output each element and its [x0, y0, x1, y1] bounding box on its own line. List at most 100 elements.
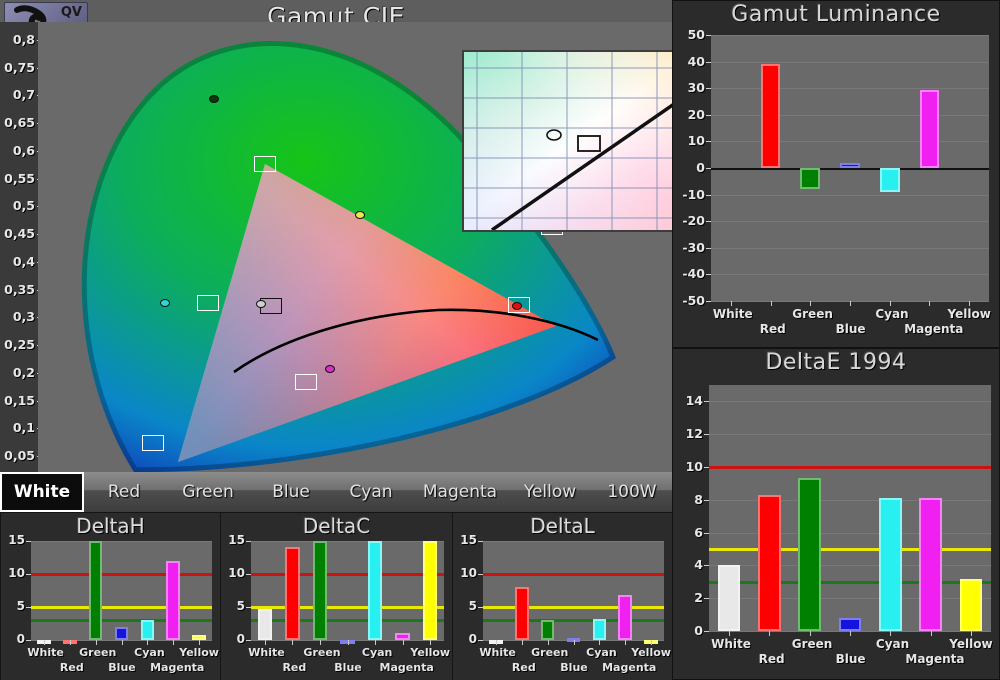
deltae-1994-gridline — [709, 533, 991, 534]
bar-cyan[interactable] — [367, 541, 383, 640]
deltal-x-tick-mark — [522, 640, 523, 645]
cie-target-marker[interactable] — [142, 434, 165, 451]
bar-cyan[interactable] — [879, 498, 902, 631]
deltah-x-tick-mark — [147, 640, 148, 645]
bar-magenta[interactable] — [919, 498, 942, 631]
cie-y-tick-label: 0,55 — [4, 170, 35, 186]
gamut-luminance-y-tick-label: -20 — [682, 213, 705, 229]
deltah-plot-area[interactable] — [31, 541, 212, 644]
deltah-y-tick-mark — [26, 640, 31, 641]
deltal-y-tick-label: 10 — [460, 566, 477, 580]
tab-yellow[interactable]: Yellow — [508, 472, 592, 512]
deltae-1994-reference-line — [709, 548, 991, 551]
deltae-1994-gridline — [709, 598, 991, 599]
deltal-plot-area[interactable] — [483, 541, 664, 644]
gamut-luminance-gridline — [711, 62, 989, 63]
gamut-luminance-y-tick-mark — [706, 115, 711, 116]
cie-y-tick-label: 0,65 — [4, 115, 35, 131]
gamut-luminance-y-tick-mark — [706, 141, 711, 142]
bar-blue[interactable] — [838, 617, 862, 631]
deltal-chart-panel: DeltaL 15 10 5 0 White Red Green Blue Cyan Magenta… — [452, 512, 672, 680]
tab-white[interactable]: White — [0, 472, 84, 512]
cie-y-tick-label: 0,2 — [12, 364, 35, 380]
deltac-y-tick-mark — [246, 541, 251, 542]
cie-measured-marker[interactable] — [209, 94, 220, 103]
deltac-y-tick-label: 5 — [236, 599, 245, 613]
deltac-y-tick-mark — [246, 640, 251, 641]
cie-target-marker[interactable] — [294, 374, 317, 390]
deltah-y-tick-mark — [26, 541, 31, 542]
bar-magenta[interactable] — [395, 633, 410, 640]
cie-y-tick-label: 0,7 — [12, 87, 35, 103]
deltah-chart-panel: DeltaH 15 10 5 0 White Red Green Blue Cyan Magenta… — [0, 512, 220, 680]
deltac-x-tick-mark — [430, 640, 431, 645]
cie-measured-marker[interactable] — [355, 210, 366, 219]
gamut-luminance-y-tick-label: -50 — [682, 293, 705, 308]
cie-y-tick-label: 0,45 — [4, 226, 35, 242]
cie-target-marker[interactable] — [196, 295, 219, 312]
bar-green[interactable] — [800, 168, 821, 190]
deltal-reference-line — [483, 619, 664, 623]
deltae-1994-x-tick-mark — [931, 631, 932, 636]
deltae-1994-plot-area[interactable] — [709, 385, 991, 632]
gamut-luminance-x-tick-mark — [810, 301, 811, 306]
gamut-luminance-y-tick-mark — [706, 248, 711, 249]
bar-magenta[interactable] — [166, 560, 180, 640]
deltac-plot-area[interactable] — [251, 541, 444, 644]
bar-blue[interactable] — [114, 626, 129, 640]
cie-y-tick-label: 0,25 — [4, 337, 35, 353]
bar-green[interactable] — [540, 620, 555, 640]
bar-magenta[interactable] — [618, 595, 632, 640]
bar-green[interactable] — [88, 541, 103, 640]
bar-red[interactable] — [758, 494, 781, 631]
tab-blue[interactable]: Blue — [252, 472, 330, 512]
bar-white[interactable] — [257, 608, 272, 640]
bar-red[interactable] — [515, 587, 529, 640]
cie-measured-marker[interactable] — [511, 301, 522, 310]
gamut-luminance-gridline — [711, 35, 989, 36]
bar-red[interactable] — [285, 546, 300, 640]
deltae-1994-y-tick-label: 2 — [694, 590, 703, 606]
deltah-y-tick-mark — [26, 607, 31, 608]
tab-cyan[interactable]: Cyan — [330, 472, 412, 512]
bar-magenta[interactable] — [919, 89, 940, 168]
deltah-x-tick-mark — [173, 640, 174, 645]
bar-green[interactable] — [798, 478, 821, 631]
deltah-title: DeltaH — [76, 514, 145, 538]
deltal-title: DeltaL — [530, 514, 595, 538]
cie-measured-marker[interactable] — [159, 299, 170, 308]
tab-100w[interactable]: 100W — [592, 472, 672, 512]
tab-green[interactable]: Green — [164, 472, 252, 512]
bar-yellow[interactable] — [423, 541, 438, 640]
deltah-y-tick-mark — [26, 574, 31, 575]
gamut-luminance-plot-area[interactable] — [711, 35, 989, 302]
cie-measured-marker[interactable] — [324, 365, 335, 374]
color-tab-bar[interactable]: White Red Green Blue Cyan Magenta Yellow 100W — [0, 472, 672, 512]
gamut-luminance-y-tick-mark — [706, 88, 711, 89]
tab-magenta[interactable]: Magenta — [412, 472, 508, 512]
deltac-x-tick-mark — [375, 640, 376, 645]
bar-cyan[interactable] — [592, 618, 607, 640]
bar-cyan[interactable] — [140, 619, 155, 640]
gamut-luminance-gridline — [711, 141, 989, 142]
deltah-gridline — [31, 541, 212, 542]
gamut-luminance-y-tick-mark — [706, 221, 711, 222]
cie-whitepoint-inset[interactable] — [462, 50, 705, 232]
deltae-1994-x-tick-mark — [810, 631, 811, 636]
bar-blue[interactable] — [840, 162, 860, 168]
deltah-reference-line — [31, 619, 212, 623]
cie-plot-area[interactable] — [38, 22, 705, 472]
deltal-x-tick-mark — [599, 640, 600, 645]
gamut-luminance-x-tick-mark — [771, 301, 772, 306]
gamut-luminance-x-tick-mark — [929, 301, 930, 306]
bar-cyan[interactable] — [879, 168, 900, 192]
tab-red[interactable]: Red — [84, 472, 164, 512]
cie-target-marker[interactable] — [253, 155, 276, 172]
bar-green[interactable] — [312, 541, 328, 640]
bar-yellow[interactable] — [959, 578, 983, 631]
deltae-1994-y-tick-mark — [704, 434, 709, 435]
bar-white[interactable] — [717, 565, 741, 631]
gamut-cie-panel: QV Gamut CIE 0,8 0,75 0,7 0,65 0,6 0,55 0,5 0,4… — [0, 0, 705, 472]
deltal-y-tick-label: 5 — [468, 599, 477, 613]
bar-red[interactable] — [760, 64, 781, 168]
